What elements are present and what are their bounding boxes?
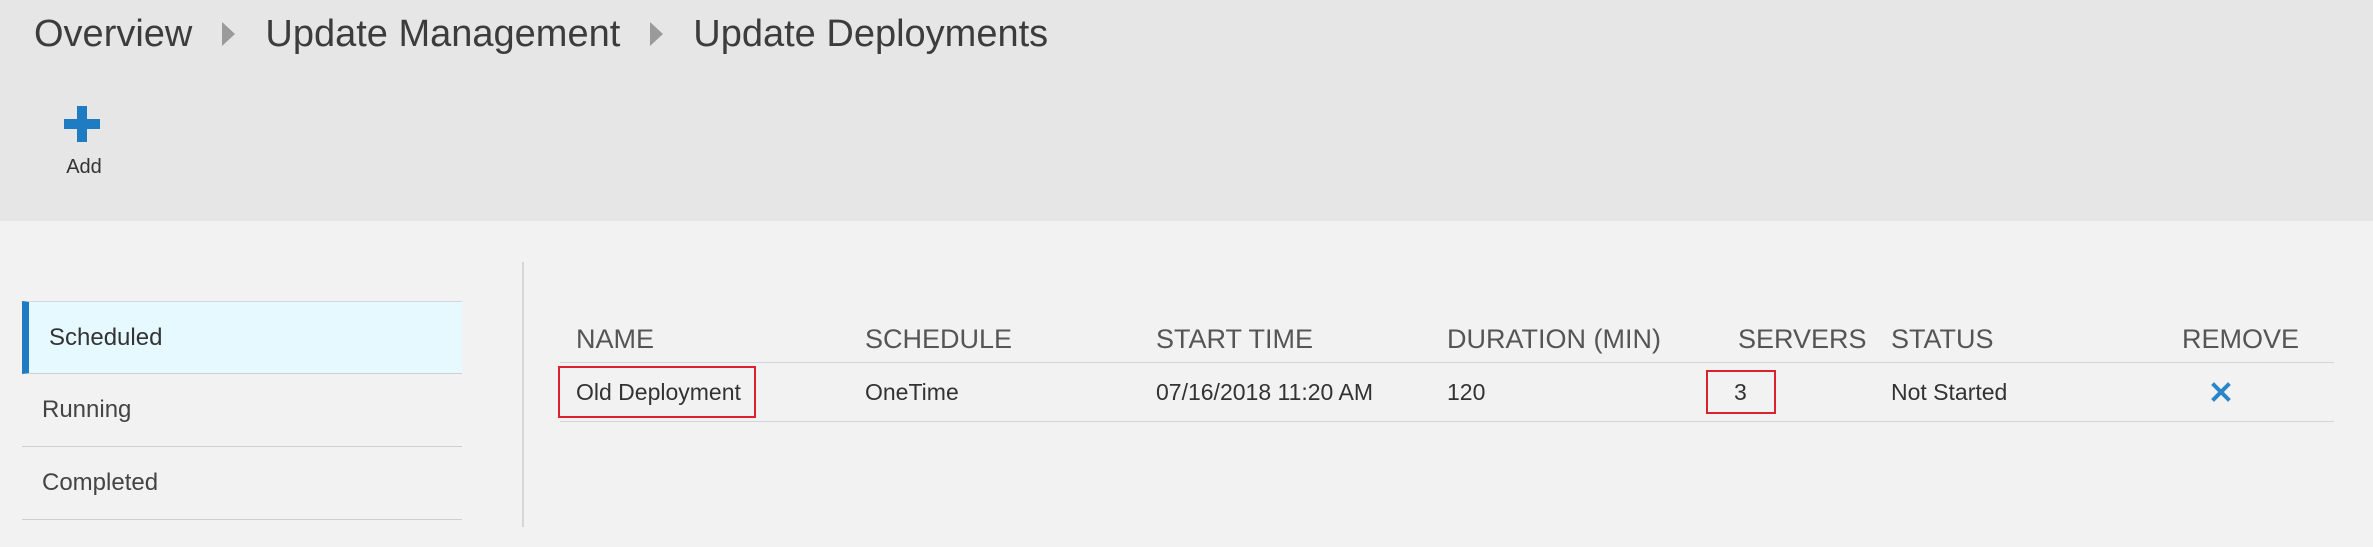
column-header-name[interactable]: NAME <box>576 324 654 355</box>
table-row[interactable]: Old Deployment OneTime 07/16/2018 11:20 … <box>558 363 2334 422</box>
remove-button[interactable] <box>2209 363 2233 421</box>
nav-item-label: Completed <box>42 469 159 496</box>
nav-item-label: Scheduled <box>49 323 163 351</box>
deployment-name[interactable]: Old Deployment <box>558 366 756 418</box>
nav-item-scheduled[interactable]: Scheduled <box>22 301 462 374</box>
deployments-table: NAME SCHEDULE START TIME DURATION (MIN) … <box>558 318 2334 422</box>
column-header-status[interactable]: STATUS <box>1891 324 1994 355</box>
column-header-duration[interactable]: DURATION (MIN) <box>1447 324 1661 355</box>
add-button[interactable]: Add <box>48 100 120 184</box>
plus-icon <box>64 106 100 142</box>
deployment-status: Not Started <box>1891 378 2008 405</box>
breadcrumb: Overview Update Management Update Deploy… <box>34 6 1048 62</box>
close-icon <box>2211 382 2231 402</box>
deployment-start-time: 07/16/2018 11:20 AM <box>1156 378 1373 405</box>
breadcrumb-separator-icon <box>650 22 664 46</box>
column-header-schedule[interactable]: SCHEDULE <box>865 324 1012 355</box>
breadcrumb-update-deployments: Update Deployments <box>693 12 1049 55</box>
breadcrumb-overview[interactable]: Overview <box>34 13 192 56</box>
nav-item-running[interactable]: Running <box>22 374 462 447</box>
column-header-start-time[interactable]: START TIME <box>1156 324 1313 355</box>
column-header-remove: REMOVE <box>2182 324 2300 354</box>
breadcrumb-separator-icon <box>222 22 236 46</box>
add-button-label: Add <box>66 156 102 178</box>
nav-item-completed[interactable]: Completed <box>22 447 462 520</box>
breadcrumb-update-management[interactable]: Update Management <box>265 13 620 56</box>
table-header: NAME SCHEDULE START TIME DURATION (MIN) … <box>560 318 2334 363</box>
deployment-status-nav: Scheduled Running Completed <box>22 301 462 520</box>
deployment-schedule: OneTime <box>865 378 959 405</box>
column-header-servers[interactable]: SERVERS <box>1738 324 1867 355</box>
deployment-duration: 120 <box>1447 378 1486 405</box>
vertical-divider <box>522 262 524 527</box>
nav-item-label: Running <box>42 396 132 423</box>
header-bar: Overview Update Management Update Deploy… <box>0 0 2373 221</box>
deployment-servers[interactable]: 3 <box>1706 370 1776 414</box>
